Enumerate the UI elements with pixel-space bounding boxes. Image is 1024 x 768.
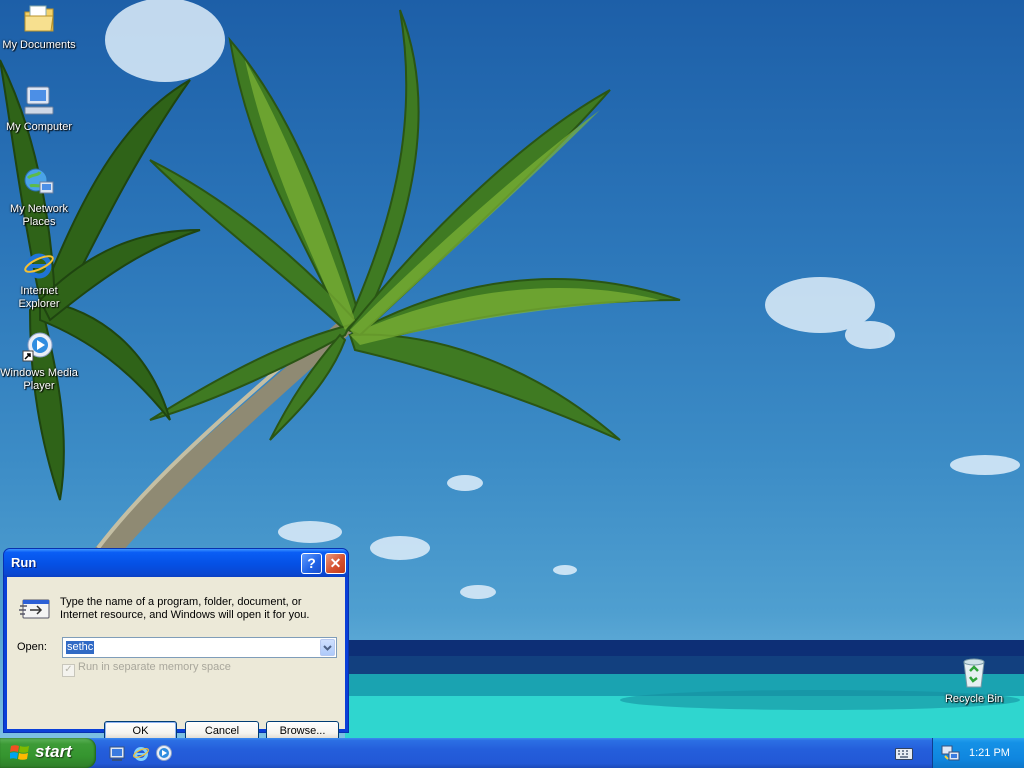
recycle-bin-icon bbox=[963, 658, 985, 688]
open-label: Open: bbox=[17, 641, 47, 653]
open-input-value[interactable]: sethc bbox=[66, 641, 95, 654]
desktop-icon-label: Recycle Bin bbox=[944, 693, 1004, 705]
clock[interactable]: 1:21 PM bbox=[969, 747, 1010, 759]
show-desktop-icon[interactable] bbox=[108, 744, 126, 762]
desktop-icon-label: Internet Explorer bbox=[18, 285, 60, 310]
cancel-button[interactable]: Cancel bbox=[185, 721, 259, 738]
system-tray: 1:21 PM bbox=[932, 738, 1024, 768]
separate-memory-checkbox: ✓ bbox=[62, 664, 75, 677]
internet-explorer-icon bbox=[24, 253, 54, 279]
windows-logo-icon bbox=[10, 745, 29, 760]
desktop-icon-recycle-bin[interactable]: Recycle Bin bbox=[935, 656, 1013, 706]
computer-icon bbox=[24, 86, 54, 115]
separate-memory-label: Run in separate memory space bbox=[78, 661, 231, 673]
start-label: start bbox=[35, 742, 72, 761]
dialog-description: Type the name of a program, folder, docu… bbox=[60, 596, 310, 621]
close-button[interactable]: ✕ bbox=[325, 553, 346, 574]
desktop-icon-label: My Computer bbox=[5, 121, 73, 133]
desktop-icon-windows-media-player[interactable]: Windows Media Player bbox=[0, 330, 78, 393]
separate-memory-option: ✓ Run in separate memory space bbox=[62, 661, 231, 677]
browse-button[interactable]: Browse... bbox=[266, 721, 339, 738]
dialog-title: Run bbox=[11, 555, 37, 570]
desktop: My Documents My Computer My Network Plac… bbox=[0, 0, 1024, 738]
network-icon[interactable] bbox=[941, 744, 961, 762]
open-combobox[interactable]: sethc bbox=[62, 637, 337, 658]
desktop-icon-label: My Network Places bbox=[9, 203, 69, 228]
keyboard-icon[interactable] bbox=[895, 748, 913, 760]
desktop-icon-my-network-places[interactable]: My Network Places bbox=[0, 166, 78, 229]
desktop-icon-label: My Documents bbox=[2, 39, 76, 51]
desktop-icon-my-computer[interactable]: My Computer bbox=[0, 84, 78, 134]
media-player-icon bbox=[22, 332, 53, 362]
network-places-icon bbox=[24, 168, 54, 194]
dialog-body: Type the name of a program, folder, docu… bbox=[7, 577, 345, 738]
combobox-dropdown-button[interactable] bbox=[320, 639, 335, 656]
ok-button[interactable]: OK bbox=[104, 721, 177, 738]
internet-explorer-icon[interactable] bbox=[132, 744, 150, 762]
desktop-icon-internet-explorer[interactable]: Internet Explorer bbox=[0, 248, 78, 311]
run-dialog: Run ? ✕ Type the name of a program, fold… bbox=[3, 548, 349, 738]
taskbar: start 1:21 PM bbox=[0, 738, 1024, 768]
desktop-icon-label: Windows Media Player bbox=[0, 367, 78, 392]
dialog-titlebar[interactable]: Run ? ✕ bbox=[4, 549, 348, 577]
start-button[interactable]: start bbox=[0, 738, 96, 768]
help-button[interactable]: ? bbox=[301, 553, 322, 574]
folder-documents-icon bbox=[24, 5, 54, 32]
desktop-icon-my-documents[interactable]: My Documents bbox=[0, 2, 78, 52]
media-player-icon[interactable] bbox=[155, 744, 173, 762]
chevron-down-icon bbox=[323, 645, 332, 651]
run-program-icon bbox=[19, 599, 50, 619]
